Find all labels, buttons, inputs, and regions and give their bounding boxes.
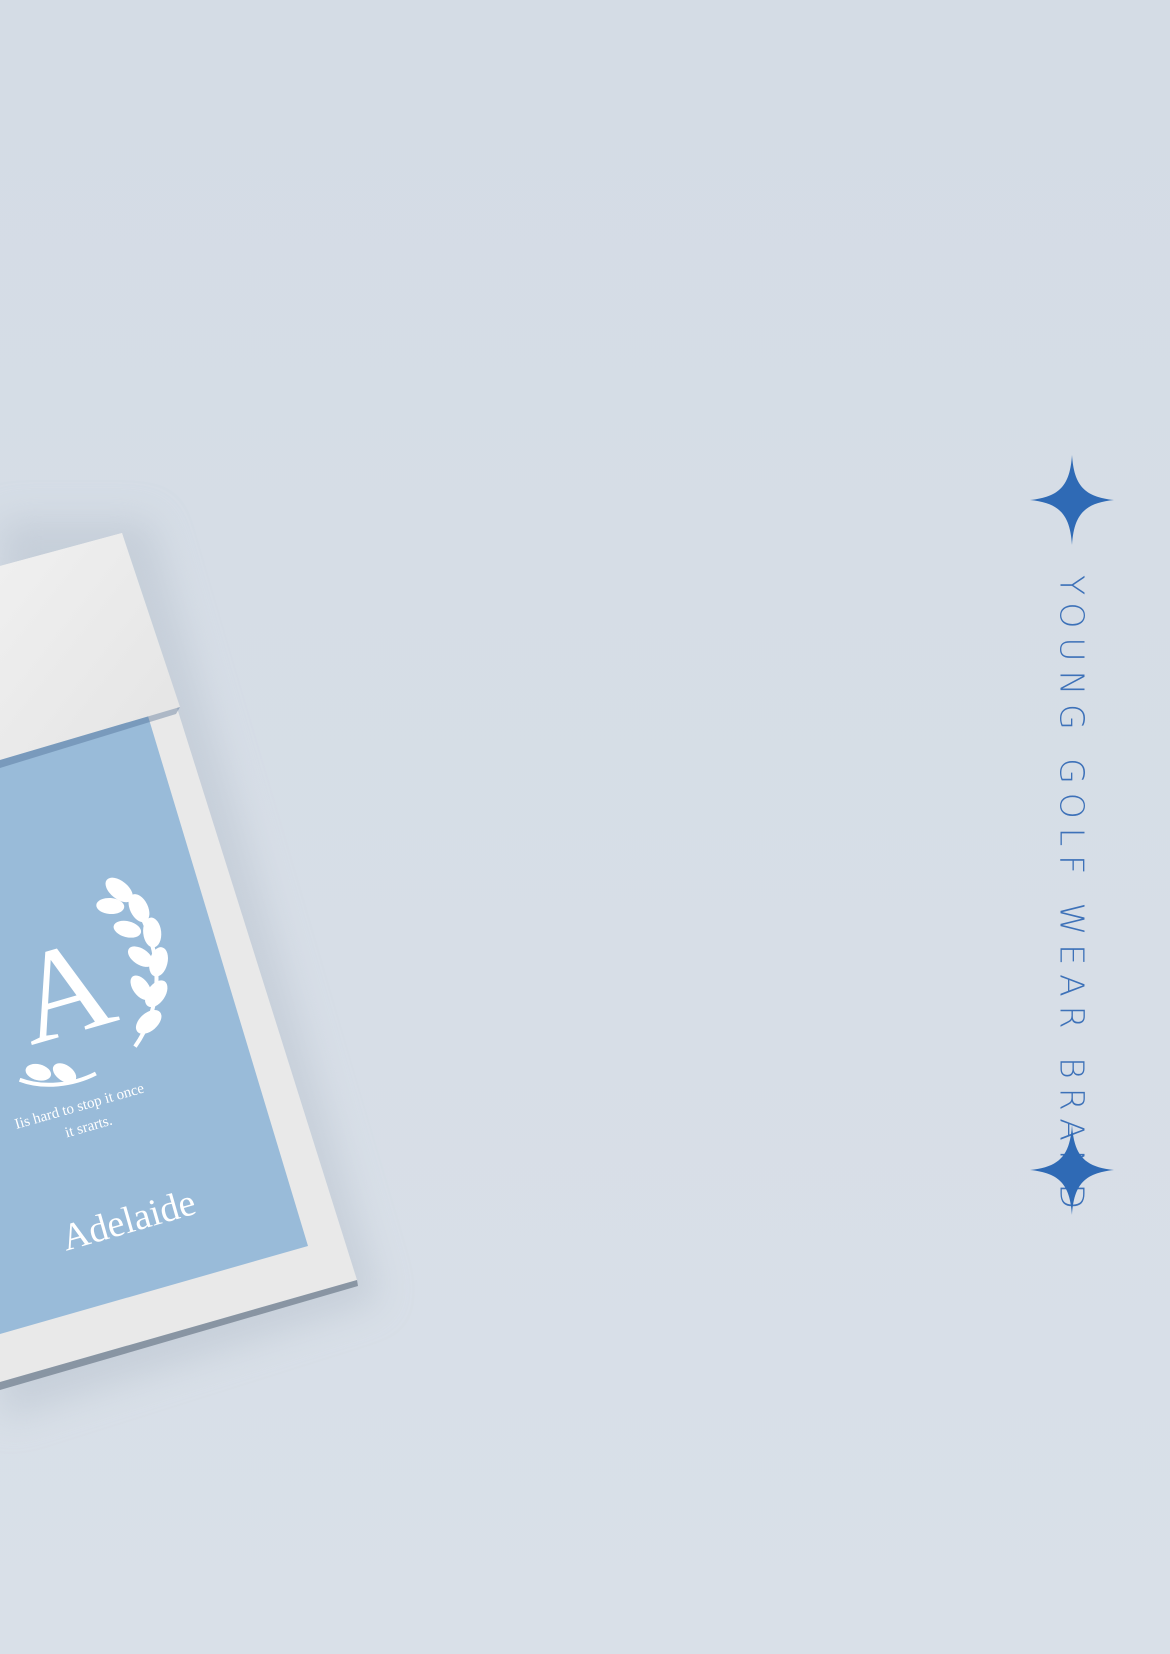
sparkle-icon	[1030, 1125, 1114, 1215]
side-banner: YOUNG GOLF WEAR BRAND	[1030, 455, 1114, 1218]
sparkle-icon	[1030, 455, 1114, 545]
page-canvas: A Iis hard to stop it once it srarts. Ad…	[0, 0, 1170, 1654]
brand-tagline: YOUNG GOLF WEAR BRAND	[1052, 575, 1092, 1218]
card-mockup: A Iis hard to stop it once it srarts. Ad…	[0, 520, 380, 1420]
